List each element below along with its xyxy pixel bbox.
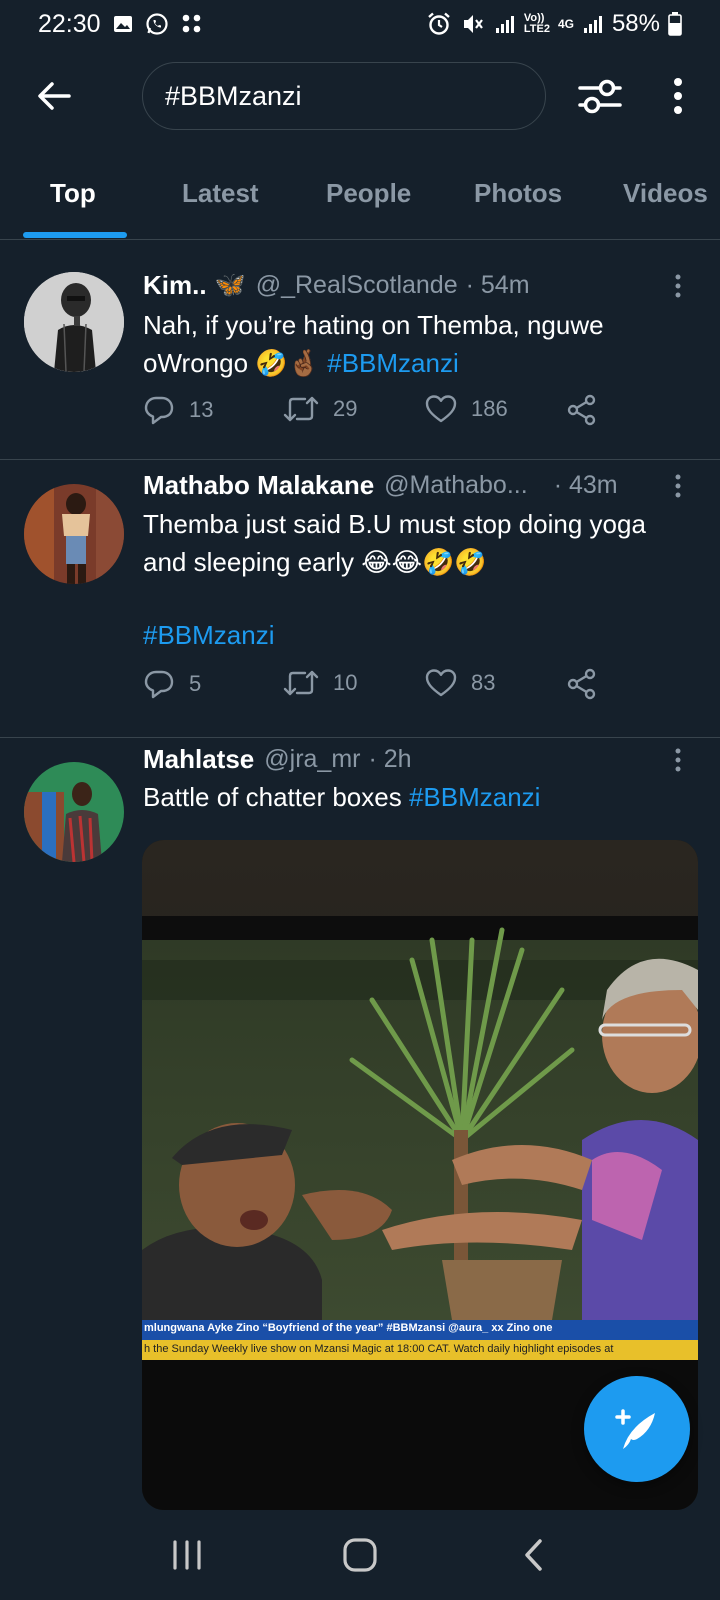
author-name[interactable]: Kim..	[143, 270, 207, 301]
home-button[interactable]	[330, 1525, 390, 1585]
recent-apps-button[interactable]	[157, 1525, 217, 1585]
retweet-count: 29	[333, 396, 358, 421]
like-count: 186	[471, 396, 508, 421]
chevron-left-icon	[525, 1539, 543, 1571]
like-button[interactable]: 83	[425, 668, 495, 698]
battery-percent: 58%	[611, 10, 660, 37]
like-button[interactable]: 186	[425, 394, 508, 424]
tab-photos[interactable]: Photos	[474, 178, 562, 209]
search-header: #BBMzanzi	[0, 62, 720, 130]
avatar[interactable]	[24, 484, 124, 584]
status-bar: 22:30 Vo)) LTE2 4G 58%	[0, 0, 720, 48]
ticker-bottom: h the Sunday Weekly live show on Mzansi …	[144, 1343, 614, 1355]
tweet-time: · 43m	[553, 471, 618, 499]
share-icon	[567, 394, 596, 426]
signal-icon-2	[582, 13, 604, 35]
butterfly-emoji: 🦋	[214, 271, 246, 299]
tweet-text: Nah, if you’re hating on Themba, nguwe o…	[143, 310, 604, 378]
retweet-button[interactable]: 29	[283, 394, 357, 424]
ticker-top: mlungwana Ayke Zino “Boyfriend of the ye…	[144, 1322, 553, 1334]
tab-latest[interactable]: Latest	[182, 178, 259, 209]
back-button[interactable]	[30, 72, 78, 120]
tab-people[interactable]: People	[326, 178, 411, 209]
search-filter-button[interactable]	[574, 70, 626, 122]
app-grid-icon	[181, 13, 203, 35]
tweet-more-button[interactable]	[668, 470, 688, 502]
author-name[interactable]: Mathabo Malakane	[143, 470, 374, 501]
gallery-icon	[113, 14, 133, 34]
compose-feather-icon	[615, 1409, 655, 1449]
heart-icon	[425, 669, 457, 697]
whatsapp-icon	[145, 12, 169, 36]
tweet-time: · 2h	[368, 745, 412, 773]
overflow-menu-button[interactable]	[660, 70, 696, 122]
battery-icon	[668, 12, 682, 36]
tweet-more-button[interactable]	[668, 744, 688, 776]
retweet-button[interactable]: 10	[283, 668, 357, 698]
hashtag-link[interactable]: #BBMzanzi	[327, 348, 459, 378]
arrow-left-icon	[38, 82, 71, 110]
tab-videos[interactable]: Videos	[623, 178, 708, 209]
retweet-icon	[283, 396, 319, 422]
reply-icon	[144, 396, 174, 425]
hashtag-link[interactable]: #BBMzanzi	[143, 616, 693, 654]
share-icon	[567, 668, 596, 700]
tab-top[interactable]: Top	[50, 178, 96, 209]
reply-count: 13	[189, 397, 214, 422]
retweet-count: 10	[333, 670, 358, 695]
share-button[interactable]	[567, 668, 597, 700]
active-tab-indicator	[23, 232, 127, 238]
author-handle[interactable]: @_RealScotlande	[256, 271, 458, 300]
system-back-button[interactable]	[503, 1525, 563, 1585]
like-count: 83	[471, 670, 496, 695]
retweet-icon	[283, 670, 319, 696]
tweet[interactable]: Mathabo Malakane @Mathabo... · 43m Themb…	[0, 460, 720, 738]
network-type: 4G	[557, 17, 574, 31]
reply-count: 5	[189, 671, 202, 696]
tweet-actions: 13 29 186	[143, 394, 623, 434]
clock: 22:30	[38, 9, 101, 38]
signal-icon	[494, 13, 516, 35]
heart-icon	[425, 395, 457, 423]
compose-tweet-button[interactable]	[584, 1376, 690, 1482]
search-tabs: Top Latest People Photos Videos	[0, 164, 720, 240]
tweet-time: · 54m	[465, 271, 530, 299]
reply-icon	[144, 670, 174, 699]
hashtag-link[interactable]: #BBMzanzi	[409, 782, 541, 812]
author-name[interactable]: Mahlatse	[143, 744, 254, 775]
alarm-icon	[426, 11, 452, 37]
tweet[interactable]: Kim.. 🦋 @_RealScotlande · 54m Nah, if yo…	[0, 248, 720, 460]
search-query: #BBMzanzi	[165, 80, 302, 111]
reply-button[interactable]: 5	[143, 668, 201, 700]
recent-apps-icon	[173, 1540, 201, 1570]
sliders-icon	[578, 79, 622, 114]
home-icon	[343, 1538, 377, 1572]
author-handle[interactable]: @Mathabo...	[384, 471, 528, 500]
reply-button[interactable]: 13	[143, 394, 213, 426]
tweet-more-button[interactable]	[668, 270, 688, 302]
volte-indicator: Vo)) LTE2	[523, 12, 550, 35]
avatar[interactable]	[24, 272, 124, 372]
tweet-text: Themba just said B.U must stop doing yog…	[143, 509, 646, 577]
more-vertical-icon	[675, 748, 681, 772]
more-vertical-icon	[675, 474, 681, 498]
more-vertical-icon	[674, 78, 682, 114]
tweet-text: Battle of chatter boxes #BBMzanzi	[143, 782, 541, 812]
avatar[interactable]	[24, 762, 124, 862]
author-handle[interactable]: @jra_mr	[264, 745, 360, 774]
share-button[interactable]	[567, 394, 597, 426]
mute-icon	[460, 11, 486, 37]
system-navigation-bar	[0, 1510, 720, 1600]
more-vertical-icon	[675, 274, 681, 298]
tweet-actions: 5 10 83	[143, 668, 623, 708]
search-input[interactable]: #BBMzanzi	[142, 62, 546, 130]
